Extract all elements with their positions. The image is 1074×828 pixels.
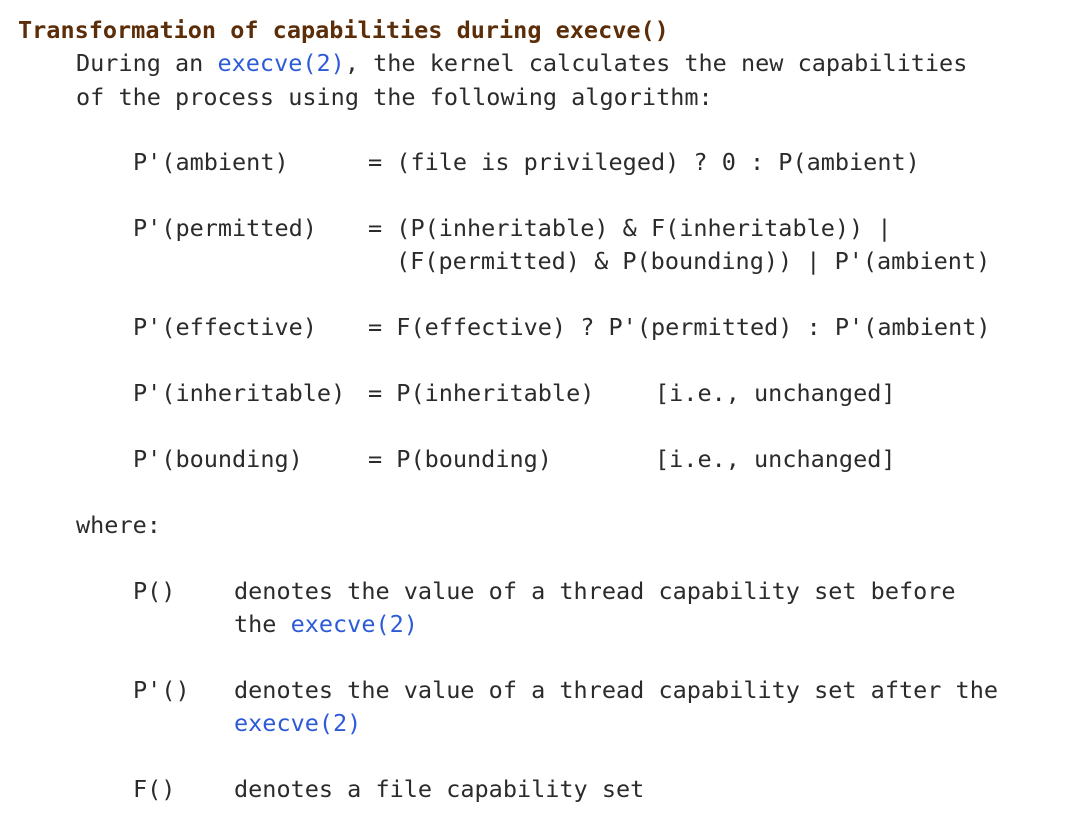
formula-lhs-permitted: P'(permitted) — [133, 214, 317, 242]
formula-lhs-effective: P'(effective) — [133, 313, 317, 341]
formula-rhs-ambient: = (file is privileged) ? 0 : P(ambient) — [368, 148, 920, 176]
formula-note-bounding: [i.e., unchanged] — [655, 445, 896, 473]
definition-term-p-prime: P'() — [133, 676, 190, 704]
definition-term-f: F() — [133, 775, 176, 803]
definition-desc-f-line1: denotes a file capability set — [234, 775, 645, 803]
definition-desc-p-prime-line2: execve(2) — [234, 707, 361, 740]
formula-rhs-effective: = F(effective) ? P'(permitted) : P'(ambi… — [368, 313, 991, 341]
formula-lhs-ambient: P'(ambient) — [133, 148, 289, 176]
definition-desc-p-prime-line1: denotes the value of a thread capability… — [234, 676, 999, 704]
formula-rhs-bounding: = P(bounding) — [368, 445, 552, 473]
formula-lhs-bounding: P'(bounding) — [133, 445, 303, 473]
where-label: where: — [76, 511, 161, 539]
intro-text-after: , the kernel calculates the new capabili… — [344, 49, 968, 77]
formula-rhs-inheritable: = P(inheritable) — [368, 379, 595, 407]
formula-note-inheritable: [i.e., unchanged] — [655, 379, 896, 407]
definition-term-p: P() — [133, 577, 176, 605]
definition-desc-p-line1: denotes the value of a thread capability… — [234, 577, 956, 605]
intro-line-2: of the process using the following algor… — [76, 83, 713, 111]
formula-lhs-inheritable: P'(inheritable) — [133, 379, 346, 407]
definition-desc-p-text: the — [234, 610, 291, 638]
formula-rhs-permitted-cont: (F(permitted) & P(bounding)) | P'(ambien… — [396, 247, 991, 275]
execve-link[interactable]: execve(2) — [234, 709, 361, 737]
execve-link[interactable]: execve(2) — [217, 49, 344, 77]
execve-link[interactable]: execve(2) — [291, 610, 418, 638]
intro-text-before: During an — [76, 49, 218, 77]
formula-rhs-permitted: = (P(inheritable) & F(inheritable)) | — [368, 214, 892, 242]
section-heading: Transformation of capabilities during ex… — [18, 16, 669, 44]
definition-desc-p-line2: the execve(2) — [234, 608, 418, 641]
intro-line-1: During an execve(2), the kernel calculat… — [76, 47, 967, 80]
